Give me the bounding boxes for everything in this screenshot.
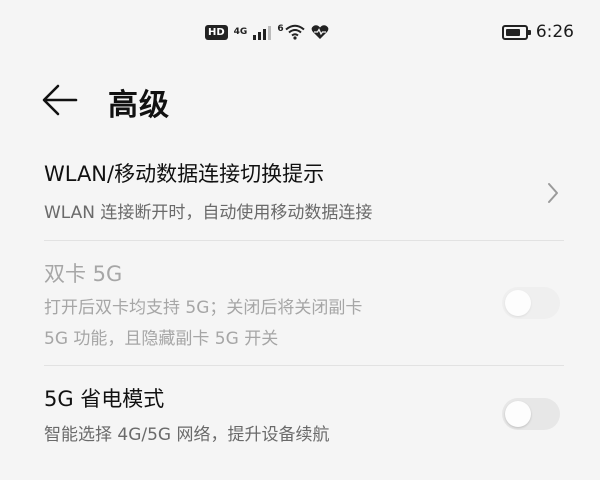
item-description: WLAN 连接断开时，自动使用移动数据连接 <box>44 203 373 223</box>
item-description-line-1: 打开后双卡均支持 5G；关闭后将关闭副卡 <box>44 298 363 318</box>
item-title: 5G 省电模式 <box>44 387 165 411</box>
chevron-right-icon <box>548 183 558 203</box>
item-description: 智能选择 4G/5G 网络，提升设备续航 <box>44 425 330 445</box>
item-description-line-2: 5G 功能，且隐藏副卡 5G 开关 <box>44 329 279 349</box>
battery-icon <box>501 24 531 40</box>
status-icons: HD 4G 6 <box>205 22 329 42</box>
battery-level-fill <box>505 28 521 36</box>
toggle-knob <box>505 290 531 316</box>
dual-sim-5g-toggle[interactable] <box>502 287 560 319</box>
5g-power-saving-item[interactable]: 5G 省电模式 智能选择 4G/5G 网络，提升设备续航 <box>0 366 600 466</box>
arrow-left-icon <box>42 84 78 116</box>
item-title: 双卡 5G <box>44 262 123 286</box>
toggle-knob <box>505 401 531 427</box>
hd-voice-badge: HD <box>205 24 228 40</box>
health-heart-icon <box>311 25 328 39</box>
back-button[interactable] <box>40 82 80 118</box>
dual-sim-5g-item: 双卡 5G 打开后双卡均支持 5G；关闭后将关闭副卡 5G 功能，且隐藏副卡 5… <box>0 241 600 365</box>
status-right: 6:26 <box>501 22 574 42</box>
status-bar: HD 4G 6 6:26 <box>0 0 600 62</box>
clock-time: 6:26 <box>535 22 574 42</box>
cellular-signal-icon <box>253 24 272 40</box>
wifi-indicator: 6 <box>277 24 305 40</box>
wifi-icon <box>284 24 305 40</box>
wifi-standard-label: 6 <box>277 24 284 34</box>
network-type-label: 4G <box>233 27 248 37</box>
page-header: 高级 <box>0 62 600 138</box>
page-title: 高级 <box>108 88 170 123</box>
5g-power-saving-toggle[interactable] <box>502 398 560 430</box>
item-title: WLAN/移动数据连接切换提示 <box>44 162 325 186</box>
wlan-mobile-data-switch-prompt-item[interactable]: WLAN/移动数据连接切换提示 WLAN 连接断开时，自动使用移动数据连接 <box>0 142 600 240</box>
